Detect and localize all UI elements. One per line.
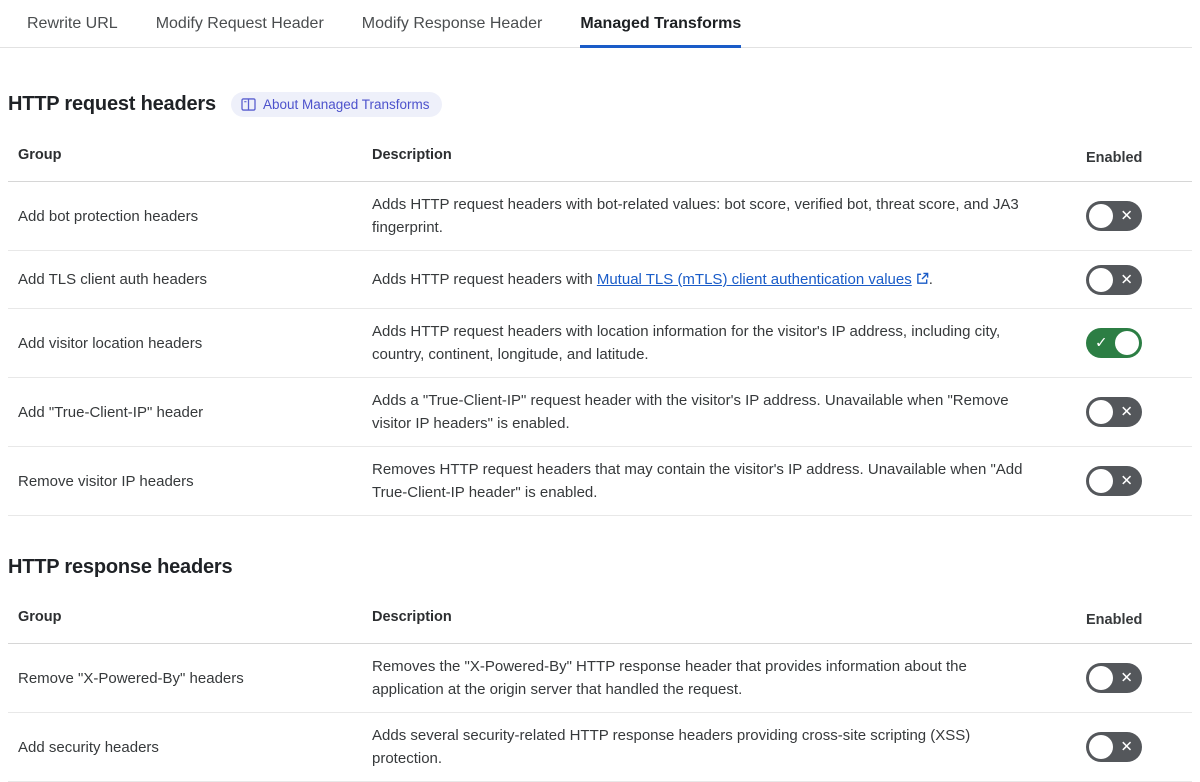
description-cell: Adds a "True-Client-IP" request header w…	[372, 392, 1009, 432]
group-cell: Add security headers	[18, 738, 159, 756]
toggle-knob	[1115, 331, 1139, 355]
group-cell: Remove "X-Powered-By" headers	[18, 669, 244, 687]
tab-rewrite-url[interactable]: Rewrite URL	[27, 0, 118, 48]
group-cell: Remove visitor IP headers	[18, 472, 194, 490]
table-header-row: Group Description Enabled	[8, 135, 1192, 182]
table-header-row: Group Description Enabled	[8, 597, 1192, 644]
toggle-add-bot-protection-headers[interactable]: ✕	[1086, 201, 1142, 231]
toggle-knob	[1089, 469, 1113, 493]
x-icon: ✕	[1120, 472, 1133, 490]
table-row: Add TLS client auth headers Adds HTTP re…	[8, 251, 1192, 309]
group-cell: Add "True-Client-IP" header	[18, 403, 204, 421]
description-cell: Adds HTTP request headers with bot-relat…	[372, 196, 1019, 236]
toggle-add-visitor-location-headers[interactable]: ✓	[1086, 328, 1142, 358]
toggle-knob	[1089, 666, 1113, 690]
description-cell: Removes the "X-Powered-By" HTTP response…	[372, 658, 967, 698]
request-headers-table: Group Description Enabled Add bot protec…	[8, 135, 1192, 516]
column-header-group: Group	[18, 609, 62, 625]
description-cell: Adds HTTP request headers with Mutual TL…	[372, 268, 1062, 291]
x-icon: ✕	[1120, 207, 1133, 225]
x-icon: ✕	[1120, 271, 1133, 288]
toggle-add-security-headers[interactable]: ✕	[1086, 732, 1142, 762]
mtls-doc-link[interactable]: Mutual TLS (mTLS) client authentication …	[597, 271, 912, 288]
table-row: Add visitor location headers Adds HTTP r…	[8, 309, 1192, 378]
table-row: Add "True-Client-IP" header Adds a "True…	[8, 378, 1192, 447]
transform-rules-tabbar: Rewrite URL Modify Request Header Modify…	[0, 0, 1192, 48]
x-icon: ✕	[1120, 403, 1133, 421]
description-cell: Adds several security-related HTTP respo…	[372, 727, 971, 767]
toggle-add-tls-client-auth-headers[interactable]: ✕	[1086, 264, 1142, 295]
table-row: Remove visitor IP headers Removes HTTP r…	[8, 447, 1192, 516]
toggle-knob	[1089, 735, 1113, 759]
description-cell: Adds HTTP request headers with location …	[372, 323, 1001, 363]
toggle-add-true-client-ip-header[interactable]: ✕	[1086, 397, 1142, 427]
table-row: Remove "X-Powered-By" headers Removes th…	[8, 644, 1192, 713]
request-headers-heading: HTTP request headers	[8, 93, 216, 115]
badge-label: About Managed Transforms	[262, 97, 430, 112]
group-cell: Add TLS client auth headers	[18, 271, 208, 288]
check-icon: ✓	[1095, 334, 1108, 352]
column-header-description: Description	[372, 609, 452, 625]
x-icon: ✕	[1120, 669, 1133, 687]
response-headers-table: Group Description Enabled Remove "X-Powe…	[8, 597, 1192, 782]
about-managed-transforms-link[interactable]: About Managed Transforms	[230, 92, 442, 117]
toggle-remove-x-powered-by-headers[interactable]: ✕	[1086, 663, 1142, 693]
group-cell: Add bot protection headers	[18, 207, 199, 225]
book-icon	[241, 98, 256, 111]
response-headers-heading: HTTP response headers	[8, 556, 233, 578]
column-header-enabled: Enabled	[1086, 150, 1143, 166]
description-text: .	[928, 271, 933, 288]
tab-managed-transforms[interactable]: Managed Transforms	[580, 0, 742, 48]
toggle-knob	[1089, 267, 1113, 292]
toggle-knob	[1089, 204, 1113, 228]
group-cell: Add visitor location headers	[18, 334, 203, 352]
tab-modify-request-header[interactable]: Modify Request Header	[156, 0, 324, 48]
column-header-group: Group	[18, 147, 62, 163]
column-header-description: Description	[372, 147, 452, 163]
external-link-icon[interactable]	[916, 272, 929, 285]
toggle-knob	[1089, 400, 1113, 424]
description-text: Adds HTTP request headers with	[372, 271, 597, 288]
column-header-enabled: Enabled	[1086, 612, 1143, 628]
toggle-remove-visitor-ip-headers[interactable]: ✕	[1086, 466, 1142, 496]
description-cell: Removes HTTP request headers that may co…	[372, 461, 1023, 501]
table-row: Add security headers Adds several securi…	[8, 713, 1192, 782]
tab-modify-response-header[interactable]: Modify Response Header	[362, 0, 543, 48]
table-row: Add bot protection headers Adds HTTP req…	[8, 182, 1192, 251]
